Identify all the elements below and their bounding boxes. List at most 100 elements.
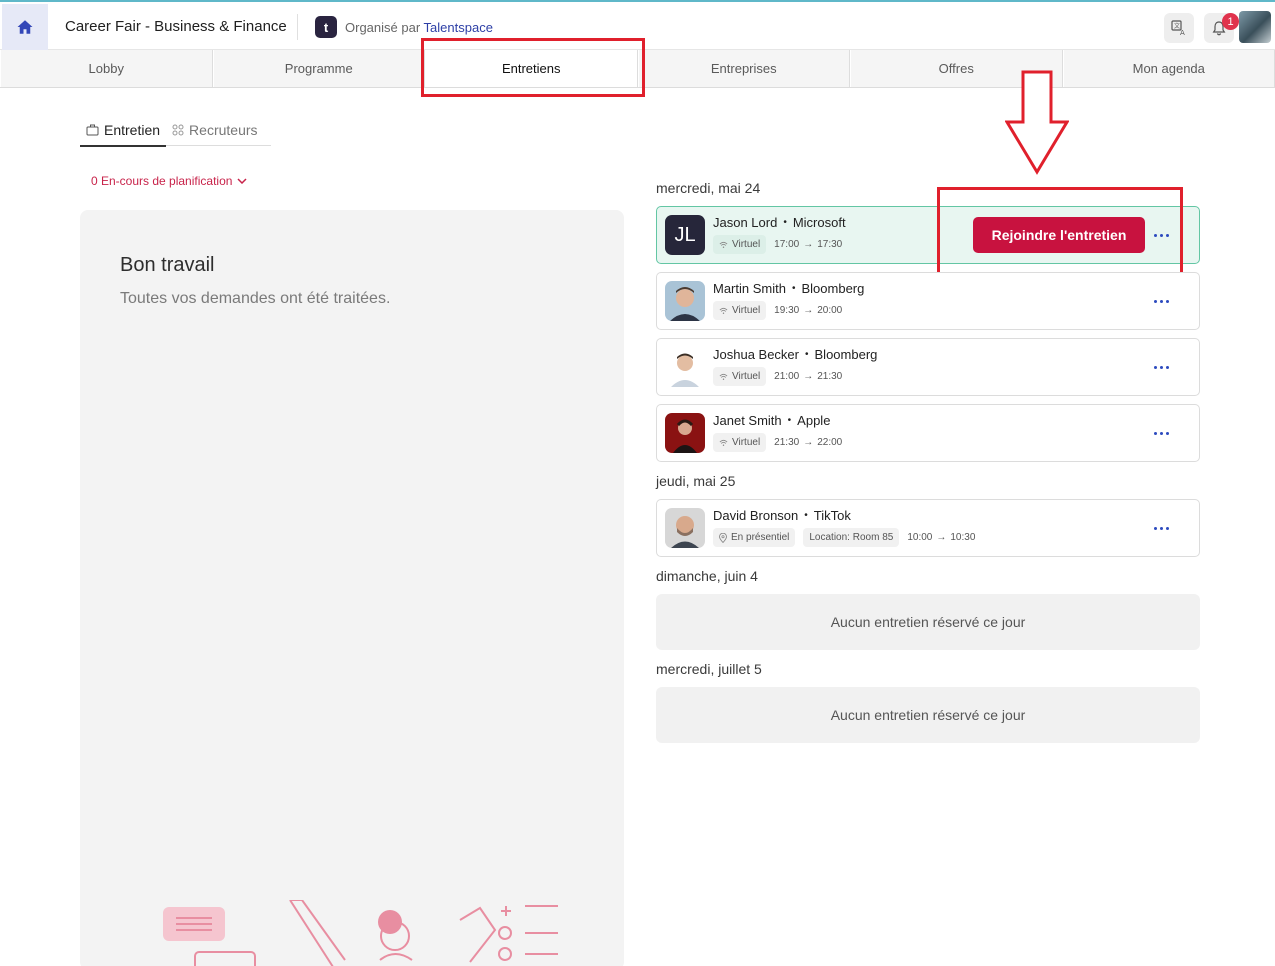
- time-range: 17:00 → 17:30: [774, 239, 842, 250]
- subtab-recruteurs[interactable]: Recruteurs: [166, 115, 263, 145]
- svg-text:A: A: [1180, 29, 1185, 36]
- tab-entretiens[interactable]: Entretiens: [425, 50, 638, 87]
- start-time: 19:30: [774, 305, 800, 316]
- avatar: [665, 413, 705, 453]
- mode-label: Virtuel: [732, 437, 761, 448]
- recruiter-name: Martin Smith: [713, 281, 786, 296]
- arrow-right-icon: →: [803, 371, 814, 382]
- interview-details: En présentiel Location: Room 85 10:00 → …: [713, 528, 975, 547]
- interview-card[interactable]: JL Jason Lord • Microsoft Virtuel 17:00 …: [656, 206, 1200, 264]
- top-header: Career Fair - Business & Finance t Organ…: [0, 0, 1275, 50]
- wifi-icon: [719, 373, 728, 380]
- panel-subtitle: Toutes vos demandes ont été traitées.: [120, 290, 391, 307]
- person-photo: [665, 413, 705, 453]
- interview-card[interactable]: Martin Smith • Bloomberg Virtuel 19:30 →…: [656, 272, 1200, 330]
- day-label: jeudi, mai 25: [656, 473, 736, 489]
- requests-panel: Bon travail Toutes vos demandes ont été …: [80, 210, 624, 966]
- person-photo: [665, 281, 705, 321]
- start-time: 17:00: [774, 239, 800, 250]
- avatar: [665, 281, 705, 321]
- interview-card[interactable]: Joshua Becker • Bloomberg Virtuel 21:00 …: [656, 338, 1200, 396]
- recruiter-name: Jason Lord: [713, 215, 778, 230]
- time-range: 21:30 → 22:00: [774, 437, 842, 448]
- day-label: mercredi, mai 24: [656, 180, 761, 196]
- subtab-entretien[interactable]: Entretien: [80, 115, 167, 147]
- event-title: Career Fair - Business & Finance: [65, 18, 287, 35]
- company-name: Bloomberg: [801, 281, 865, 296]
- company-name: Microsoft: [792, 215, 846, 230]
- tab-entreprises[interactable]: Entreprises: [637, 50, 850, 87]
- home-icon: [17, 20, 33, 34]
- mode-chip: Virtuel: [713, 235, 767, 254]
- main-nav: Lobby Programme Entretiens Entreprises O…: [0, 50, 1275, 88]
- wifi-icon: [719, 439, 728, 446]
- organizer-link[interactable]: Talentspace: [424, 20, 493, 35]
- start-time: 21:30: [774, 437, 800, 448]
- empty-day-message: Aucun entretien réservé ce jour: [656, 687, 1200, 743]
- tab-mon-agenda[interactable]: Mon agenda: [1062, 50, 1275, 87]
- arrow-right-icon: →: [803, 437, 814, 448]
- arrow-right-icon: →: [803, 305, 814, 316]
- interview-title: Jason Lord • Microsoft: [713, 215, 846, 230]
- tab-programme[interactable]: Programme: [212, 50, 425, 87]
- home-button[interactable]: [2, 4, 48, 50]
- arrow-right-icon: →: [936, 532, 947, 543]
- wifi-icon: [719, 307, 728, 314]
- mode-label: Virtuel: [732, 239, 761, 250]
- location-chip: Location: Room 85: [803, 528, 900, 547]
- notification-badge: 1: [1222, 13, 1239, 30]
- location-pin-icon: [719, 532, 727, 543]
- more-options-button[interactable]: [1147, 291, 1175, 311]
- subtab-entretien-label: Entretien: [104, 122, 161, 138]
- end-time: 22:00: [817, 437, 843, 448]
- end-time: 10:30: [950, 532, 976, 543]
- mode-chip: Virtuel: [713, 301, 767, 320]
- translate-icon: 文 A: [1171, 20, 1185, 36]
- time-range: 19:30 → 20:00: [774, 305, 842, 316]
- interview-card[interactable]: Janet Smith • Apple Virtuel 21:30 → 22:0…: [656, 404, 1200, 462]
- empty-day-message: Aucun entretien réservé ce jour: [656, 594, 1200, 650]
- interview-title: Janet Smith • Apple: [713, 413, 830, 428]
- tab-lobby[interactable]: Lobby: [0, 50, 213, 87]
- organizer-logo: t: [315, 16, 337, 38]
- annotation-down-arrow-icon: [1005, 70, 1069, 175]
- arrow-right-icon: →: [803, 239, 814, 250]
- subtab-recruteurs-label: Recruteurs: [189, 122, 258, 138]
- interview-details: Virtuel 17:00 → 17:30: [713, 235, 842, 254]
- panel-title: Bon travail: [120, 254, 215, 276]
- company-name: Bloomberg: [814, 347, 878, 362]
- user-avatar[interactable]: [1239, 11, 1271, 43]
- planning-filter-dropdown[interactable]: 0 En-cours de planification: [91, 174, 247, 188]
- start-time: 21:00: [774, 371, 800, 382]
- company-name: Apple: [797, 413, 831, 428]
- start-time: 10:00: [907, 532, 933, 543]
- interview-details: Virtuel 19:30 → 20:00: [713, 301, 842, 320]
- separator-dot: •: [787, 415, 792, 426]
- interview-details: Virtuel 21:00 → 21:30: [713, 367, 842, 386]
- person-photo: [665, 347, 705, 387]
- avatar: [665, 508, 705, 548]
- chevron-down-icon: [237, 178, 247, 184]
- mode-chip: Virtuel: [713, 367, 767, 386]
- wifi-icon: [719, 241, 728, 248]
- more-options-button[interactable]: [1147, 518, 1175, 538]
- grid-icon: [172, 124, 184, 136]
- recruiter-name: Janet Smith: [713, 413, 782, 428]
- translate-button[interactable]: 文 A: [1164, 13, 1194, 43]
- recruiter-name: Joshua Becker: [713, 347, 799, 362]
- more-options-button[interactable]: [1147, 225, 1175, 245]
- work-illustration: [163, 900, 558, 966]
- interview-card[interactable]: David Bronson • TikTok En présentiel Loc…: [656, 499, 1200, 557]
- join-interview-button[interactable]: Rejoindre l'entretien: [973, 217, 1145, 253]
- subtabs: Entretien Recruteurs: [80, 115, 271, 147]
- person-photo: [665, 508, 705, 548]
- end-time: 17:30: [817, 239, 843, 250]
- more-options-button[interactable]: [1147, 357, 1175, 377]
- more-options-button[interactable]: [1147, 423, 1175, 443]
- end-time: 20:00: [817, 305, 843, 316]
- time-range: 10:00 → 10:30: [907, 532, 975, 543]
- interview-details: Virtuel 21:30 → 22:00: [713, 433, 842, 452]
- mode-label: En présentiel: [731, 532, 790, 543]
- separator-dot: •: [805, 349, 809, 360]
- separator-dot: •: [791, 283, 796, 294]
